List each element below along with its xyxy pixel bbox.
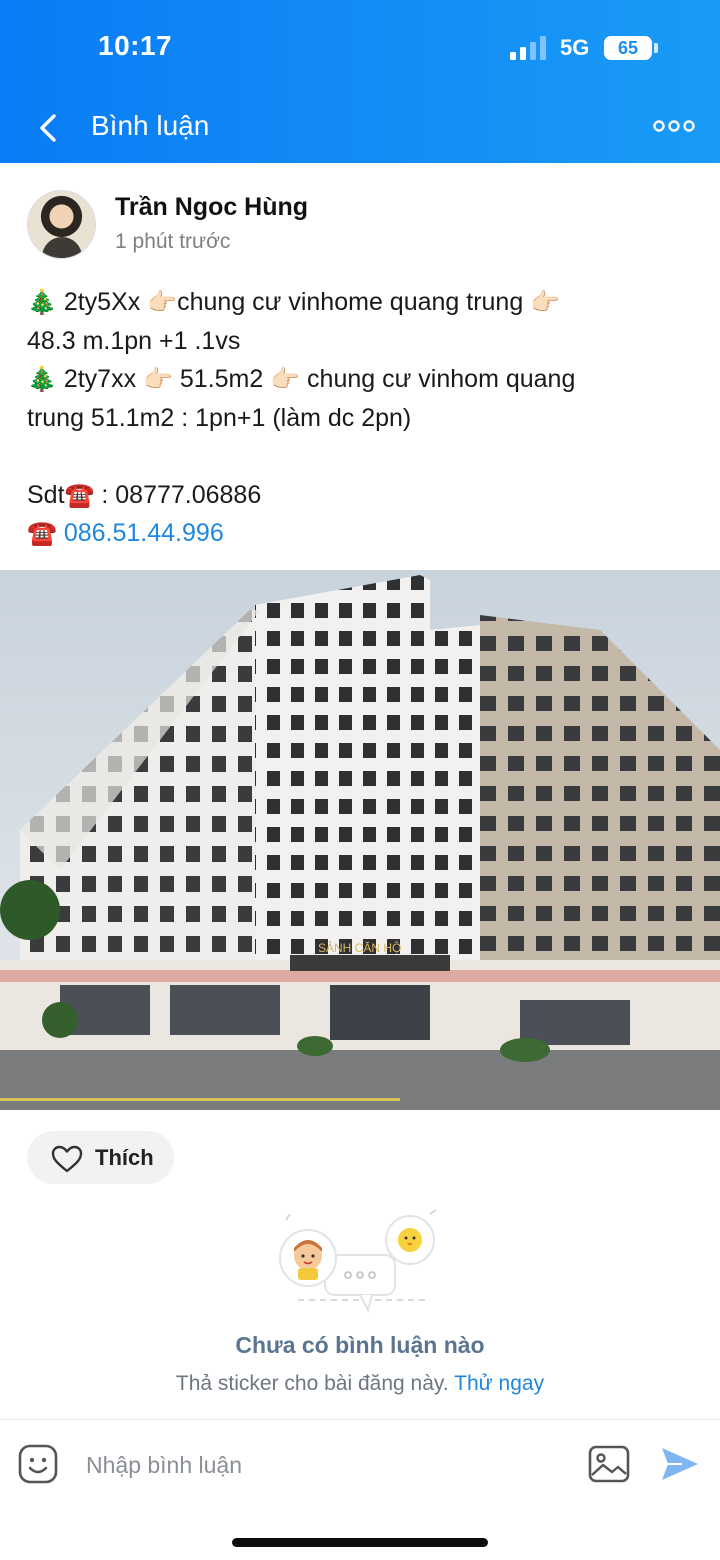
post-line-phone-2: ☎️ 086.51.44.996: [27, 514, 697, 553]
post-line-2: 48.3 m.1pn +1 .1vs: [27, 326, 241, 355]
post-line-4: trung 51.1m2 : 1pn+1 (làm dc 2pn): [27, 403, 412, 432]
status-time: 10:17: [98, 30, 173, 61]
header-bar: 10:17 5G 65 Bình luận: [0, 0, 720, 163]
apartment-building-photo: SẢNH CĂN HỘ: [0, 570, 720, 1110]
home-indicator: [232, 1538, 488, 1547]
sticker-icon[interactable]: [18, 1444, 58, 1484]
battery-tip: [654, 43, 658, 53]
post-time: 1 phút trước: [115, 230, 231, 253]
christmas-tree-icon: 🎄: [27, 288, 57, 316]
pointing-hand-icon: 👉🏻: [530, 288, 561, 316]
heart-icon: [51, 1145, 83, 1173]
network-type: 5G: [560, 35, 590, 60]
pointing-hand-icon: 👉🏻: [143, 365, 173, 393]
like-label: Thích: [95, 1145, 154, 1170]
telephone-icon: ☎️: [64, 480, 95, 509]
pointing-hand-icon: 👉🏻: [270, 365, 301, 393]
post-line-3: 🎄 2ty7xx 👉🏻 51.5m2 👉🏻 chung cư vinhom qu…: [27, 365, 576, 393]
back-button[interactable]: [34, 108, 64, 148]
post-line-phone-1: Sdt☎️ : 08777.06886: [27, 480, 262, 509]
image-icon[interactable]: [588, 1445, 630, 1483]
pointing-hand-icon: 👉🏻: [147, 288, 178, 316]
lobby-sign-text: SẢNH CĂN HỘ: [318, 940, 401, 955]
more-options-icon[interactable]: [652, 116, 696, 136]
composer-divider: [0, 1419, 720, 1420]
try-now-link[interactable]: Thử ngay: [454, 1372, 544, 1395]
comment-input[interactable]: [86, 1448, 556, 1482]
battery-level: 65: [617, 38, 639, 58]
avatar[interactable]: [27, 190, 96, 259]
page-title: Bình luận: [91, 110, 210, 141]
empty-comments-subtitle: Thả sticker cho bài đăng này. Thử ngay: [175, 1372, 545, 1395]
signal-icon: [510, 36, 546, 60]
send-icon[interactable]: [660, 1445, 700, 1483]
like-button[interactable]: Thích: [27, 1131, 174, 1184]
phone-link[interactable]: 086.51.44.996: [64, 519, 224, 547]
battery-icon: 65: [604, 36, 652, 60]
post-photo[interactable]: SẢNH CĂN HỘ: [0, 570, 720, 1110]
sticker-illustration: [279, 1210, 437, 1313]
post-line-1: 🎄 2ty5Xx 👉🏻chung cư vinhome quang trung …: [27, 288, 561, 316]
empty-comments-title: Chưa có bình luận nào: [235, 1332, 485, 1358]
author-name[interactable]: Trần Ngoc Hùng: [115, 193, 308, 222]
christmas-tree-icon: 🎄: [27, 365, 57, 393]
telephone-icon: ☎️: [27, 519, 57, 547]
post-text: 🎄 2ty5Xx 👉🏻chung cư vinhome quang trung …: [27, 283, 697, 553]
